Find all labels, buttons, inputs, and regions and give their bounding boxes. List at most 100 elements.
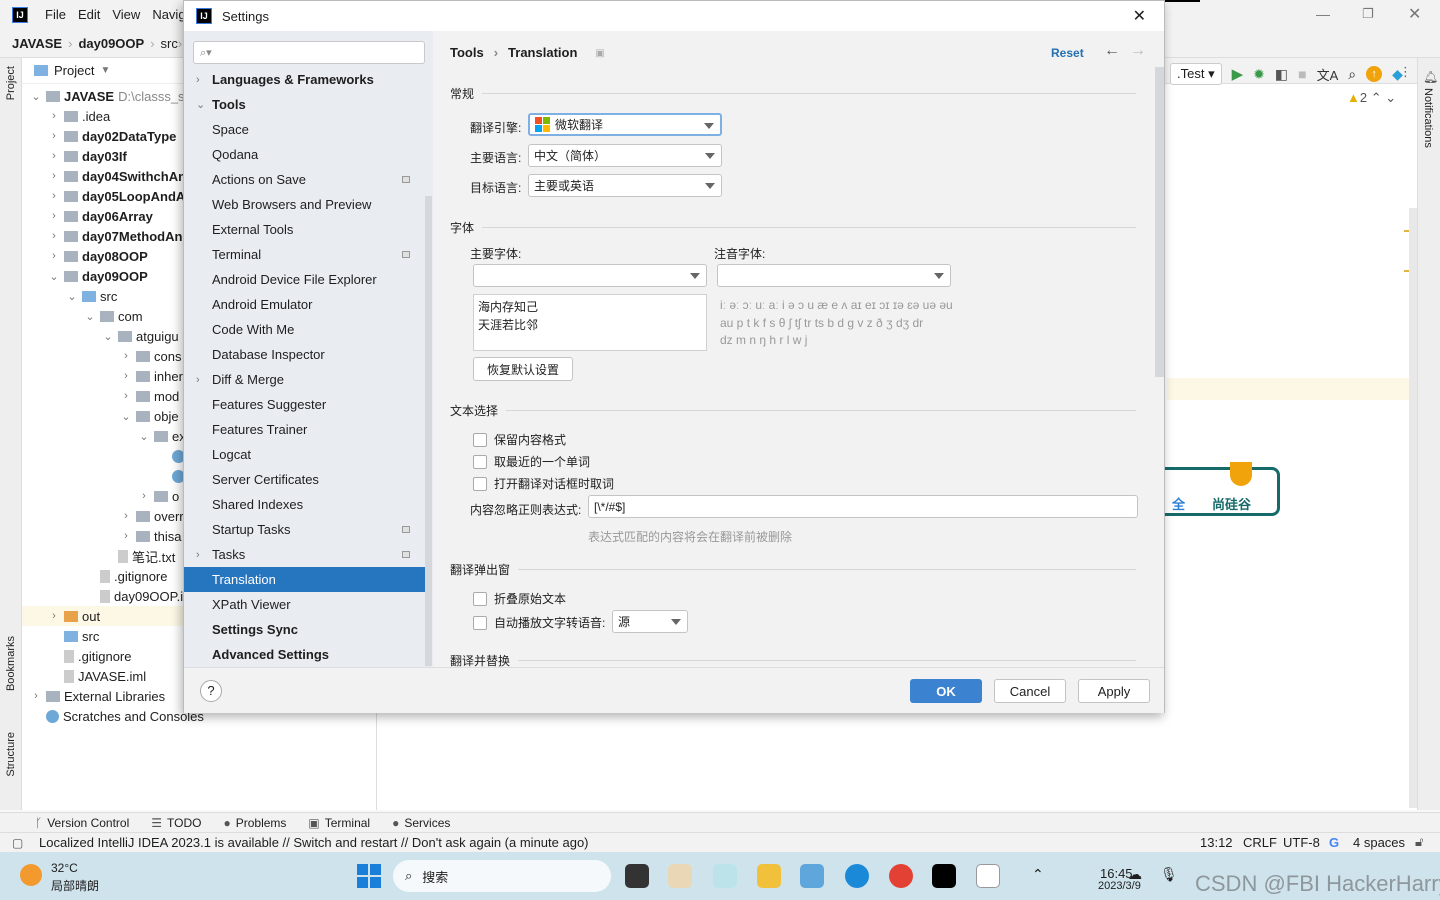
notifications-bell-icon[interactable]: 🔔︎ <box>1423 70 1438 84</box>
auto-tts-checkbox[interactable]: 自动播放文字转语音: <box>473 614 605 631</box>
debug-icon[interactable]: ✹ <box>1253 66 1265 83</box>
chevron-right-icon[interactable]: › <box>48 250 60 262</box>
taskbar-search[interactable]: ⌕ 搜索 <box>393 860 611 892</box>
close-dialog-icon[interactable]: ✕ <box>1133 6 1146 26</box>
settings-item-features-suggester[interactable]: Features Suggester <box>184 392 426 417</box>
fold-original-checkbox[interactable]: 折叠原始文本 <box>473 590 566 607</box>
chevron-right-icon[interactable]: › <box>120 390 132 402</box>
project-tree-item[interactable]: › overr <box>120 506 183 526</box>
chevron-right-icon[interactable]: › <box>48 170 60 182</box>
run-icon[interactable]: ▶ <box>1232 65 1244 83</box>
project-tree-item[interactable]: ⌄ src <box>66 286 117 306</box>
checkbox-box[interactable] <box>473 476 487 491</box>
ok-button[interactable]: OK <box>910 679 982 703</box>
typora-icon[interactable] <box>976 864 1000 888</box>
project-tree-item[interactable]: › day05LoopAndA <box>48 186 185 206</box>
file-explorer-icon[interactable] <box>757 864 781 888</box>
chrome-icon[interactable] <box>889 864 913 888</box>
edge-icon[interactable] <box>845 864 869 888</box>
menu-edit[interactable]: Edit <box>78 7 100 22</box>
project-tree-item[interactable]: JAVASE.iml <box>48 666 146 686</box>
settings-item-qodana[interactable]: Qodana <box>184 142 426 167</box>
windows-start-icon[interactable] <box>357 864 381 888</box>
project-tree-item[interactable]: › day02DataType <box>48 126 176 146</box>
project-tree-item[interactable]: ⌄ JAVASE D:\classs_sc <box>30 86 191 106</box>
app-icon[interactable] <box>713 864 737 888</box>
project-tree-item[interactable]: .gitignore <box>84 566 167 586</box>
chevron-right-icon[interactable]: › <box>120 370 132 382</box>
chevron-right-icon[interactable]: › <box>48 150 60 162</box>
onedrive-icon[interactable]: ☁ <box>1128 866 1142 883</box>
breadcrumb-item[interactable]: JAVASE <box>12 36 62 51</box>
chevron-down-icon[interactable]: ⌄ <box>48 270 60 283</box>
settings-item-terminal[interactable]: Terminal <box>184 242 426 267</box>
plugin-icon[interactable]: ◆ <box>1392 66 1403 83</box>
status-message[interactable]: Localized IntelliJ IDEA 2023.1 is availa… <box>39 835 589 850</box>
project-tree-item[interactable]: › External Libraries <box>30 686 165 706</box>
structure-tool-tab[interactable]: Structure <box>5 732 17 777</box>
project-tree-item[interactable]: day09OOP.iml <box>84 586 197 606</box>
chevron-right-icon[interactable]: › <box>120 350 132 362</box>
line-separator[interactable]: CRLF <box>1243 835 1277 850</box>
chevron-right-icon[interactable]: › <box>30 690 42 702</box>
lock-icon[interactable]: 🔓︎ <box>1415 834 1423 850</box>
tool-terminal[interactable]: ▣ Terminal <box>308 816 370 830</box>
chevron-down-icon[interactable]: ⌄ <box>84 310 96 323</box>
settings-item-android-emulator[interactable]: Android Emulator <box>184 292 426 317</box>
chevron-right-icon[interactable]: › <box>48 190 60 202</box>
settings-item-diff-merge[interactable]: › Diff & Merge <box>184 367 426 392</box>
settings-item-startup-tasks[interactable]: Startup Tasks <box>184 517 426 542</box>
settings-item-xpath-viewer[interactable]: XPath Viewer <box>184 592 426 617</box>
run-config-selector[interactable]: .Test ▾ <box>1170 63 1222 85</box>
chevron-right-icon[interactable]: › <box>48 610 60 622</box>
settings-item-external-tools[interactable]: External Tools <box>184 217 426 242</box>
keep-format-checkbox[interactable]: 保留内容格式 <box>473 431 566 448</box>
settings-item-translation[interactable]: Translation <box>184 567 426 592</box>
back-arrow-icon[interactable]: ← <box>1104 42 1120 60</box>
chevron-down-icon[interactable]: ⌄ <box>138 430 150 443</box>
settings-item-tools[interactable]: ⌄ Tools <box>184 92 426 117</box>
weather-temp[interactable]: 32°C <box>51 861 78 875</box>
project-tree-item[interactable]: Scratches and Consoles <box>30 706 204 726</box>
checkbox-box[interactable] <box>473 432 487 447</box>
project-tree-item[interactable]: › .idea <box>48 106 110 126</box>
coverage-icon[interactable]: ◧ <box>1275 66 1288 83</box>
project-tree-item[interactable]: › cons <box>120 346 181 366</box>
project-tree-item[interactable]: › mod <box>120 386 179 406</box>
tool-problems[interactable]: ● Problems <box>223 816 286 830</box>
project-tool-tab[interactable]: Project <box>5 66 17 100</box>
project-tree-item[interactable]: › inher <box>120 366 183 386</box>
notifications-tool-tab[interactable]: Notifications <box>1422 88 1434 148</box>
primary-language-select[interactable]: 中文（简体） <box>528 144 722 167</box>
phonetic-font-select[interactable] <box>717 264 951 287</box>
help-button[interactable]: ? <box>200 680 222 702</box>
chevron-right-icon[interactable]: › <box>120 530 132 542</box>
stop-icon[interactable]: ■ <box>1298 66 1306 82</box>
settings-item-server-certificates[interactable]: Server Certificates <box>184 467 426 492</box>
project-tree-item[interactable]: .gitignore <box>48 646 131 666</box>
chevron-down-icon[interactable]: ▼ <box>100 65 110 76</box>
weather-icon[interactable] <box>20 864 42 886</box>
engine-select[interactable]: 微软翻译 <box>528 113 722 136</box>
settings-item-advanced-settings[interactable]: Advanced Settings <box>184 642 426 667</box>
project-tree-item[interactable]: › o <box>138 486 179 506</box>
file-encoding[interactable]: UTF-8 <box>1283 835 1320 850</box>
primary-font-select[interactable] <box>473 264 707 287</box>
tool-services[interactable]: ● Services <box>392 816 450 830</box>
intellij-taskbar-icon[interactable] <box>932 864 956 888</box>
chevron-right-icon[interactable]: › <box>48 110 60 122</box>
indent-setting[interactable]: 4 spaces <box>1353 835 1405 850</box>
settings-tree-scrollbar[interactable] <box>425 196 432 666</box>
project-tree-item[interactable]: › day07MethodAn <box>48 226 182 246</box>
project-tree-item[interactable]: 笔记.txt <box>102 546 175 566</box>
microphone-icon[interactable]: 🎙︎ <box>1160 866 1178 883</box>
task-view-icon[interactable] <box>625 864 649 888</box>
project-tree-item[interactable]: ⌄ com <box>84 306 142 326</box>
project-tree-item[interactable]: src <box>48 626 99 646</box>
app-avatar-icon[interactable] <box>668 864 692 888</box>
breadcrumb-item[interactable]: src <box>161 36 178 51</box>
checkbox-box[interactable] <box>473 615 487 630</box>
settings-item-database-inspector[interactable]: Database Inspector <box>184 342 426 367</box>
settings-item-languages-frameworks[interactable]: › Languages & Frameworks <box>184 67 426 92</box>
nearest-word-checkbox[interactable]: 取最近的一个单词 <box>473 453 590 470</box>
